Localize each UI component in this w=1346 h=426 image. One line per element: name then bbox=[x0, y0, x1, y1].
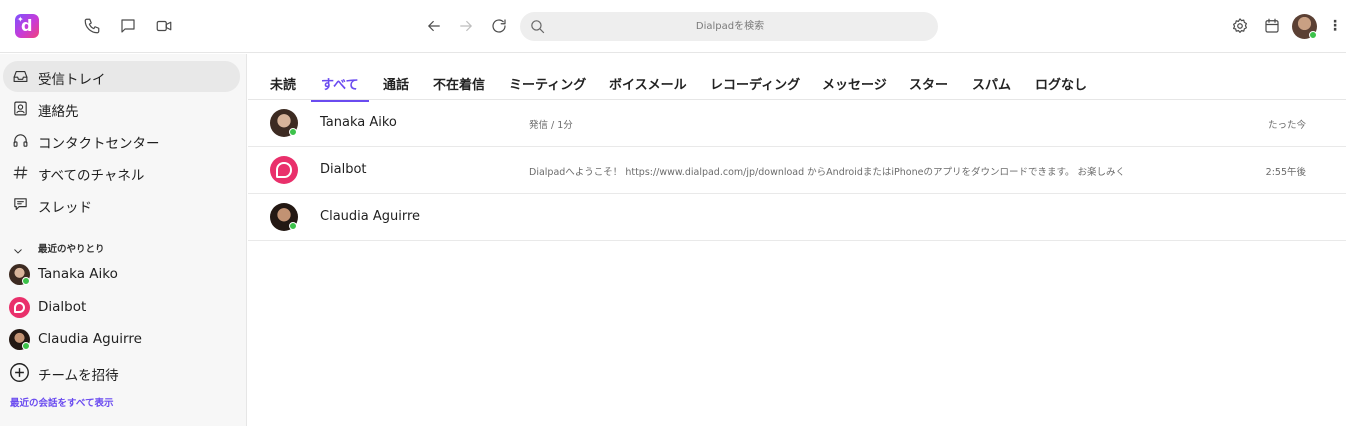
message-icon[interactable] bbox=[117, 15, 139, 37]
calendar-icon[interactable] bbox=[1261, 15, 1283, 37]
hash-icon bbox=[12, 164, 29, 181]
inbox-icon bbox=[12, 68, 29, 85]
online-status-icon bbox=[22, 342, 30, 350]
tab-unread[interactable]: 未読 bbox=[270, 74, 296, 100]
user-avatar[interactable] bbox=[1292, 14, 1317, 39]
refresh-icon[interactable] bbox=[488, 15, 510, 37]
conversation-row[interactable]: Claudia Aguirre bbox=[248, 194, 1346, 241]
search-input[interactable] bbox=[550, 12, 910, 41]
sidebar-item-label: コンタクトセンター bbox=[38, 136, 160, 152]
plus-circle-icon bbox=[9, 362, 30, 383]
conversation-name: Tanaka Aiko bbox=[320, 115, 397, 130]
chat-bubble-icon bbox=[276, 162, 292, 178]
tab-starred[interactable]: スター bbox=[909, 74, 948, 100]
logo-letter-icon: d bbox=[21, 16, 33, 35]
dialbot-avatar bbox=[270, 156, 298, 184]
recent-item-tanaka-aiko[interactable]: Tanaka Aiko bbox=[9, 262, 244, 288]
online-status-icon bbox=[289, 128, 297, 136]
contacts-icon bbox=[12, 100, 29, 117]
recent-item-claudia-aguirre[interactable]: Claudia Aguirre bbox=[9, 327, 244, 353]
invite-team-button[interactable]: チームを招待 bbox=[9, 361, 244, 385]
chat-bubble-icon bbox=[13, 301, 26, 314]
conversation-time: 2:55午後 bbox=[1265, 167, 1306, 178]
online-status-icon bbox=[22, 277, 30, 285]
sidebar-item-all-channels[interactable]: すべてのチャネル bbox=[3, 157, 240, 188]
online-status-icon bbox=[289, 222, 297, 230]
tab-no-log[interactable]: ログなし bbox=[1035, 74, 1087, 100]
conversation-time: たった今 bbox=[1267, 120, 1306, 131]
avatar bbox=[270, 109, 298, 137]
more-icon[interactable]: ⋮ bbox=[1328, 16, 1342, 36]
conversation-row[interactable]: Tanaka Aiko 発信 / 1分 たった今 bbox=[248, 100, 1346, 147]
sidebar-item-label: すべてのチャネル bbox=[38, 168, 145, 184]
settings-icon[interactable] bbox=[1229, 15, 1251, 37]
tab-meetings[interactable]: ミーティング bbox=[509, 74, 586, 100]
dialpad-logo[interactable]: ✦ d bbox=[15, 14, 39, 38]
avatar bbox=[270, 203, 298, 231]
show-all-recent-link[interactable]: 最近の会話をすべて表示 bbox=[10, 395, 113, 409]
sidebar-item-contact-center[interactable]: コンタクトセンター bbox=[3, 125, 240, 156]
section-title: 最近のやりとり bbox=[38, 244, 105, 255]
recent-section-header[interactable]: 最近のやりとり bbox=[12, 240, 105, 256]
sidebar-item-inbox[interactable]: 受信トレイ bbox=[3, 61, 240, 92]
search-icon bbox=[529, 18, 546, 35]
tab-all[interactable]: すべて bbox=[311, 74, 369, 102]
avatar bbox=[9, 264, 30, 285]
sidebar-item-label: 受信トレイ bbox=[38, 72, 106, 88]
headset-icon bbox=[12, 132, 29, 149]
recent-item-dialbot[interactable]: Dialbot bbox=[9, 295, 244, 321]
conversation-name: Claudia Aguirre bbox=[320, 209, 421, 224]
back-icon[interactable] bbox=[423, 15, 445, 37]
tab-calls[interactable]: 通話 bbox=[383, 74, 409, 100]
recent-item-label: Claudia Aguirre bbox=[38, 331, 142, 347]
conversation-row[interactable]: Dialbot Dialpadへようこそ！ https://www.dialpa… bbox=[248, 147, 1346, 194]
inbox-tabs: 未読 すべて 通話 不在着信 ミーティング ボイスメール レコーディング メッセ… bbox=[248, 54, 1346, 102]
inbox-main: 未読 すべて 通話 不在着信 ミーティング ボイスメール レコーディング メッセ… bbox=[248, 54, 1346, 426]
online-status-icon bbox=[1309, 31, 1317, 39]
video-icon[interactable] bbox=[153, 15, 175, 37]
top-bar: ✦ d ⋮ bbox=[0, 0, 1346, 53]
sidebar-item-threads[interactable]: スレッド bbox=[3, 189, 240, 220]
conversation-preview: 発信 / 1分 bbox=[529, 120, 573, 131]
conversation-name: Dialbot bbox=[320, 162, 367, 177]
invite-label: チームを招待 bbox=[38, 368, 119, 384]
recent-item-label: Dialbot bbox=[38, 299, 87, 315]
sidebar-item-label: 連絡先 bbox=[38, 104, 79, 120]
tab-missed[interactable]: 不在着信 bbox=[433, 74, 485, 100]
forward-icon bbox=[455, 15, 477, 37]
sidebar-item-contacts[interactable]: 連絡先 bbox=[3, 93, 240, 124]
tab-voicemail[interactable]: ボイスメール bbox=[609, 74, 687, 100]
phone-icon[interactable] bbox=[81, 15, 103, 37]
tab-messages[interactable]: メッセージ bbox=[822, 74, 887, 100]
avatar bbox=[9, 329, 30, 350]
dialbot-avatar bbox=[9, 297, 30, 318]
search-bar[interactable] bbox=[520, 12, 938, 41]
tab-spam[interactable]: スパム bbox=[972, 74, 1011, 100]
sidebar-item-label: スレッド bbox=[38, 200, 92, 216]
recent-item-label: Tanaka Aiko bbox=[38, 266, 118, 282]
threads-icon bbox=[12, 196, 29, 213]
chevron-down-icon bbox=[12, 242, 24, 254]
tab-recordings[interactable]: レコーディング bbox=[710, 74, 800, 100]
sidebar: 受信トレイ 連絡先 コンタクトセンター すべてのチャネル スレッド 最近のやりと… bbox=[0, 54, 247, 426]
conversation-preview: Dialpadへようこそ！ https://www.dialpad.com/jp… bbox=[529, 167, 1126, 178]
